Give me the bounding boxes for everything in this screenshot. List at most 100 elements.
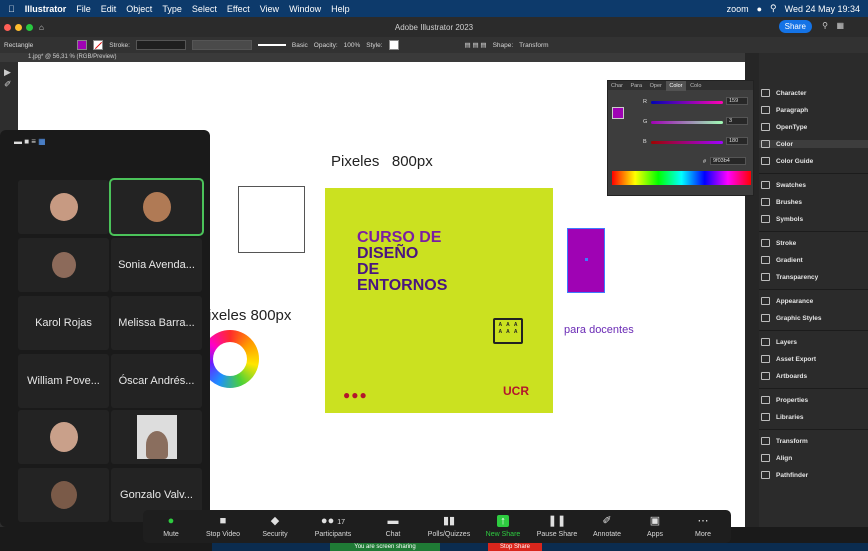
tab-paragraph[interactable]: Para <box>627 81 645 91</box>
dock-item-gradient[interactable]: Gradient <box>761 256 803 264</box>
apps-button[interactable]: ▣ Apps <box>629 514 681 538</box>
dock-item-transform[interactable]: Transform <box>761 437 808 445</box>
dock-item-appearance[interactable]: Appearance <box>761 297 813 305</box>
b-slider[interactable] <box>651 141 723 144</box>
participant-tile-7[interactable] <box>18 410 109 464</box>
fill-color-swatch[interactable] <box>612 107 624 119</box>
tab-character[interactable]: Char <box>608 81 626 91</box>
new-share-button[interactable]: ↑ New Share <box>477 514 529 538</box>
participant-tile-2[interactable] <box>109 178 204 236</box>
dock-item-graphic-styles[interactable]: Graphic Styles <box>761 314 822 322</box>
color-spectrum[interactable] <box>612 171 751 185</box>
stop-video-button[interactable]: ■ Stop Video <box>197 514 249 538</box>
chat-button[interactable]: ▬ Chat <box>367 514 419 538</box>
stroke-swatch[interactable] <box>93 40 104 50</box>
dock-item-libraries[interactable]: Libraries <box>761 413 803 421</box>
menu-app-name[interactable]: Illustrator <box>25 4 67 14</box>
minimize-window-button[interactable] <box>15 23 22 31</box>
r-value[interactable]: 159 <box>726 97 748 105</box>
menu-view[interactable]: View <box>260 4 279 14</box>
zoom-status-label[interactable]: zoom <box>727 4 749 14</box>
menu-edit[interactable]: Edit <box>101 4 117 14</box>
dock-item-stroke[interactable]: Stroke <box>761 239 796 247</box>
menu-effect[interactable]: Effect <box>227 4 250 14</box>
document-tab[interactable]: 1.jpg* @ 56,31 % (RGB/Preview) <box>0 53 745 62</box>
workspace-icon[interactable]: ▦ <box>836 21 844 30</box>
annotate-button[interactable]: ✐ Annotate <box>581 514 633 538</box>
dock-item-swatches[interactable]: Swatches <box>761 181 806 189</box>
search-icon[interactable]: ⚲ <box>822 21 828 30</box>
home-icon[interactable]: ⌂ <box>39 23 44 32</box>
participant-tile-karol[interactable]: Karol Rojas <box>18 296 109 350</box>
polls-button[interactable]: ▮▮ Polls/Quizzes <box>421 514 477 538</box>
pen-tool-icon[interactable]: ✐ <box>0 78 18 90</box>
dock-item-asset-export[interactable]: Asset Export <box>761 355 816 363</box>
dock-item-properties[interactable]: Properties <box>761 396 808 404</box>
zoom-window-button[interactable] <box>26 23 33 31</box>
wifi-icon[interactable]: ● <box>757 4 762 14</box>
participants-button[interactable]: ●● 17 Participants <box>303 514 363 538</box>
tab-color[interactable]: Color <box>666 81 686 91</box>
variable-width-field[interactable] <box>191 40 252 50</box>
menu-help[interactable]: Help <box>331 4 350 14</box>
participant-tile-oscar[interactable]: Óscar Andrés... <box>111 354 202 408</box>
datetime[interactable]: Wed 24 May 19:34 <box>785 4 860 14</box>
purple-rectangle[interactable] <box>567 228 605 293</box>
selection-tool-icon[interactable]: ▶ <box>0 62 18 78</box>
share-button[interactable]: Share <box>778 20 812 33</box>
align-icons[interactable]: ▤ ▤ ▤ <box>465 41 487 49</box>
dock-item-artboards[interactable]: Artboards <box>761 372 807 380</box>
pause-share-button[interactable]: ❚❚ Pause Share <box>531 514 583 538</box>
stroke-label: Stroke: <box>109 41 130 49</box>
close-window-button[interactable] <box>4 23 11 31</box>
brush-definition[interactable]: Basic <box>292 42 308 49</box>
shape-label[interactable]: Shape: <box>493 42 514 49</box>
participant-tile-8[interactable] <box>111 410 202 464</box>
participant-tile-melissa[interactable]: Melissa Barra... <box>111 296 202 350</box>
b-value[interactable]: 180 <box>726 137 748 145</box>
course-card[interactable]: CURSO DE DISEÑO DE ENTORNOS AAAAAA ●●● U… <box>325 188 553 413</box>
opacity-value[interactable]: 100% <box>344 42 361 49</box>
mute-button[interactable]: ● Mute <box>145 514 197 538</box>
fill-swatch[interactable] <box>77 40 88 50</box>
participant-tile-sonia[interactable]: Sonia Avenda... <box>111 238 202 292</box>
gallery-view-icon[interactable]: ▬ ■ ≡ ▦ <box>14 137 46 146</box>
dock-item-color[interactable]: Color <box>759 140 868 148</box>
participant-tile-1[interactable] <box>18 180 109 234</box>
menu-type[interactable]: Type <box>162 4 182 14</box>
security-button[interactable]: ◆ Security <box>249 514 301 538</box>
menu-window[interactable]: Window <box>289 4 321 14</box>
hex-value[interactable]: 9f03b4 <box>710 157 746 165</box>
dock-item-symbols[interactable]: Symbols <box>761 215 803 223</box>
dock-item-brushes[interactable]: Brushes <box>761 198 802 206</box>
g-slider[interactable] <box>651 121 723 124</box>
participant-tile-william[interactable]: William Pove... <box>18 354 109 408</box>
empty-square[interactable] <box>238 186 305 253</box>
g-value[interactable]: 3 <box>726 117 748 125</box>
dock-item-paragraph[interactable]: Paragraph <box>761 106 808 114</box>
participant-name: Óscar Andrés... <box>118 375 195 387</box>
r-slider[interactable] <box>651 101 723 104</box>
participant-tile-3[interactable] <box>18 238 109 292</box>
paragraph-icon <box>761 106 770 114</box>
transform-label[interactable]: Transform <box>519 42 548 49</box>
search-icon[interactable]: ⚲ <box>770 3 777 14</box>
more-button[interactable]: ⋯ More <box>677 514 729 538</box>
dock-item-character[interactable]: Character <box>761 89 806 97</box>
dock-item-color-guide[interactable]: Color Guide <box>761 157 813 165</box>
menu-select[interactable]: Select <box>192 4 217 14</box>
stroke-weight-field[interactable] <box>135 40 186 50</box>
tab-color-guide[interactable]: Colo <box>687 81 704 91</box>
participant-tile-9[interactable] <box>18 468 109 522</box>
dock-item-transparency[interactable]: Transparency <box>761 273 818 281</box>
stop-share-button[interactable]: Stop Share <box>488 543 542 551</box>
dock-item-opentype[interactable]: OpenType <box>761 123 807 131</box>
apple-icon[interactable]:  <box>8 4 15 14</box>
dock-item-pathfinder[interactable]: Pathfinder <box>761 471 808 479</box>
menu-object[interactable]: Object <box>126 4 152 14</box>
style-swatch[interactable] <box>388 40 399 50</box>
dock-item-layers[interactable]: Layers <box>761 338 797 346</box>
tab-opentype[interactable]: Oper <box>647 81 665 91</box>
dock-item-align[interactable]: Align <box>761 454 792 462</box>
menu-file[interactable]: File <box>76 4 91 14</box>
